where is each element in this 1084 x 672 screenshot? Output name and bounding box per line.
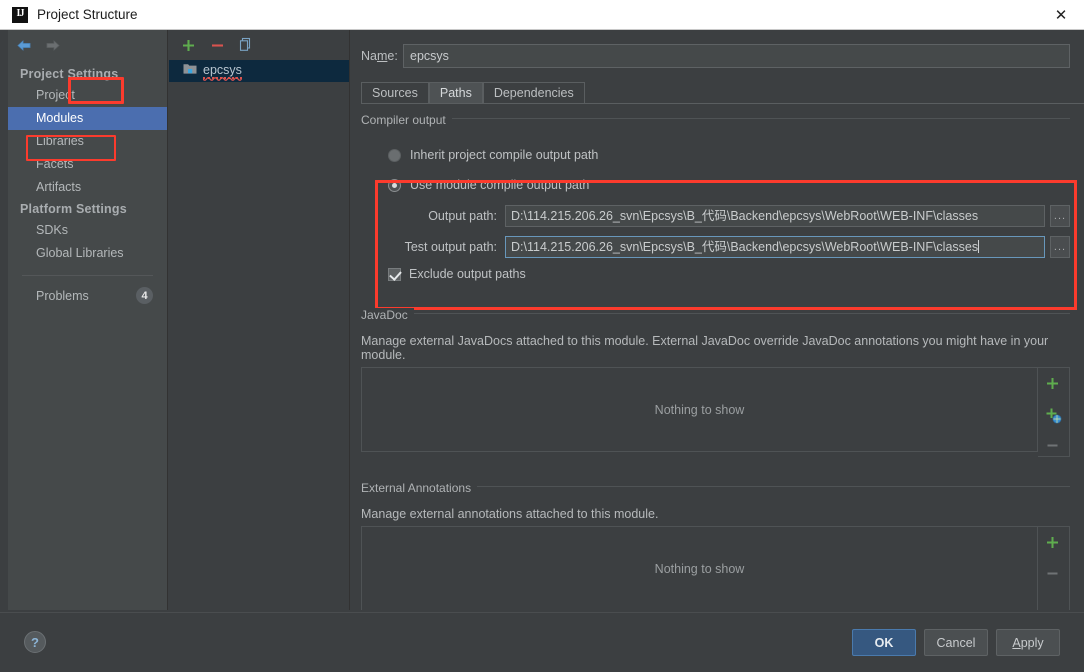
group-rule	[361, 118, 1070, 119]
paths-tab-content: Compiler output Inherit project compile …	[351, 105, 1084, 610]
sidebar-item-libraries[interactable]: Libraries	[8, 130, 167, 153]
apply-button[interactable]: Apply	[996, 629, 1060, 656]
external-annotations-list-wrap: Nothing to show	[361, 526, 1070, 610]
sidebar-item-sdks[interactable]: SDKs	[8, 219, 167, 242]
use-module-output-radio[interactable]	[388, 178, 401, 192]
sidebar-item-facets[interactable]: Facets	[8, 153, 167, 176]
sidebar-item-global-libraries[interactable]: Global Libraries	[8, 242, 167, 265]
window-title: Project Structure	[37, 7, 138, 22]
text-caret	[978, 240, 980, 253]
tab-dependencies[interactable]: Dependencies	[482, 82, 585, 104]
add-module-icon[interactable]	[179, 36, 197, 54]
compiler-output-title: Compiler output	[361, 113, 452, 127]
external-annotations-title: External Annotations	[361, 481, 478, 495]
problems-label: Problems	[36, 288, 89, 303]
module-name-row: Name:	[361, 43, 1070, 69]
inherit-output-label: Inherit project compile output path	[410, 148, 599, 162]
settings-tree: Project Settings Project Modules Librari…	[8, 60, 167, 307]
navigation-arrows	[8, 30, 167, 60]
output-path-browse-button[interactable]: ...	[1050, 205, 1070, 227]
module-list-panel: epcsys	[169, 30, 350, 610]
javadoc-list[interactable]: Nothing to show	[361, 367, 1038, 452]
cancel-button[interactable]: Cancel	[924, 629, 988, 656]
output-path-label: Output path:	[428, 209, 497, 223]
arrow-right-icon[interactable]	[44, 37, 61, 54]
inherit-output-radio[interactable]	[388, 148, 401, 162]
dialog-button-bar: ? OK Cancel Apply	[0, 612, 1084, 672]
module-list-toolbar	[169, 30, 349, 60]
copy-module-icon[interactable]	[237, 36, 255, 54]
module-editor-panel: Name: Sources Paths Dependencies Compile…	[351, 30, 1084, 610]
sidebar-item-modules[interactable]: Modules	[8, 107, 167, 130]
help-button[interactable]: ?	[24, 631, 46, 653]
external-annotations-list-buttons	[1038, 526, 1070, 610]
group-rule	[361, 313, 1070, 314]
compiler-output-body: Inherit project compile output path Use …	[361, 129, 1070, 283]
add-icon[interactable]	[1045, 535, 1063, 553]
sidebar-group-project-settings: Project Settings	[20, 67, 119, 81]
module-name-input[interactable]	[403, 44, 1070, 68]
exclude-output-paths-row[interactable]: Exclude output paths	[361, 258, 1070, 283]
problems-count-badge: 4	[136, 287, 153, 304]
test-output-path-label: Test output path:	[404, 240, 497, 254]
exclude-output-paths-checkbox[interactable]	[388, 267, 401, 281]
use-module-output-label: Use module compile output path	[410, 178, 590, 192]
tab-paths[interactable]: Paths	[428, 82, 483, 104]
module-name-label: epcsys	[203, 63, 242, 79]
javadoc-group: JavaDoc Manage external JavaDocs attache…	[361, 306, 1070, 457]
apply-label-rest: pply	[1020, 635, 1044, 650]
intellij-logo-icon: IJ	[12, 6, 28, 23]
external-annotations-description: Manage external annotations attached to …	[361, 507, 659, 521]
title-bar: IJ Project Structure ✕	[0, 0, 1084, 30]
use-module-output-row[interactable]: Use module compile output path	[361, 165, 1070, 195]
add-icon[interactable]	[1045, 376, 1063, 394]
javadoc-body: Manage external JavaDocs attached to thi…	[361, 324, 1070, 457]
name-field-label: Name:	[361, 49, 398, 63]
javadoc-list-wrap: Nothing to show	[361, 367, 1070, 457]
inherit-output-row[interactable]: Inherit project compile output path	[361, 138, 1070, 165]
add-url-icon[interactable]	[1045, 407, 1063, 425]
exclude-output-paths-label: Exclude output paths	[409, 267, 526, 281]
test-output-path-row: Test output path: D:\114.215.206.26_svn\…	[361, 236, 1070, 258]
output-path-input[interactable]: D:\114.215.206.26_svn\Epcsys\B_代码\Backen…	[505, 205, 1045, 227]
sidebar-item-artifacts[interactable]: Artifacts	[8, 176, 167, 199]
sidebar-group-platform-settings: Platform Settings	[20, 202, 127, 216]
compiler-output-group: Compiler output Inherit project compile …	[361, 111, 1070, 283]
sidebar-item-problems[interactable]: Problems 4	[8, 284, 167, 307]
sidebar-divider	[22, 275, 153, 276]
sidebar-item-project[interactable]: Project	[8, 84, 167, 107]
external-annotations-empty-text: Nothing to show	[654, 561, 745, 576]
tab-sources[interactable]: Sources	[361, 82, 429, 104]
remove-icon[interactable]	[1045, 438, 1063, 456]
external-annotations-group: External Annotations Manage external ann…	[361, 479, 1070, 610]
javadoc-empty-text: Nothing to show	[654, 402, 745, 417]
apply-mnemonic: A	[1012, 635, 1021, 650]
close-icon[interactable]: ✕	[1038, 0, 1084, 29]
external-annotations-list[interactable]: Nothing to show	[361, 526, 1038, 610]
list-item[interactable]: epcsys	[169, 60, 349, 82]
module-folder-icon	[183, 62, 197, 80]
remove-module-icon[interactable]	[208, 36, 226, 54]
javadoc-title: JavaDoc	[361, 308, 414, 322]
javadoc-description: Manage external JavaDocs attached to thi…	[361, 334, 1049, 362]
tab-strip-underline	[361, 103, 1084, 104]
javadoc-list-buttons	[1038, 367, 1070, 457]
settings-sidebar: Project Settings Project Modules Librari…	[8, 30, 168, 610]
ok-button[interactable]: OK	[852, 629, 916, 656]
external-annotations-body: Manage external annotations attached to …	[361, 497, 1070, 610]
project-structure-dialog: IJ Project Structure ✕ Project Settings …	[0, 0, 1084, 672]
output-path-row: Output path: D:\114.215.206.26_svn\Epcsy…	[361, 205, 1070, 227]
remove-icon[interactable]	[1045, 566, 1063, 584]
arrow-left-icon[interactable]	[16, 37, 33, 54]
test-output-path-browse-button[interactable]: ...	[1050, 236, 1070, 258]
dialog-body: Project Settings Project Modules Librari…	[0, 30, 1084, 612]
test-output-path-input[interactable]: D:\114.215.206.26_svn\Epcsys\B_代码\Backen…	[505, 236, 1045, 258]
module-tabs: Sources Paths Dependencies	[361, 82, 1084, 104]
